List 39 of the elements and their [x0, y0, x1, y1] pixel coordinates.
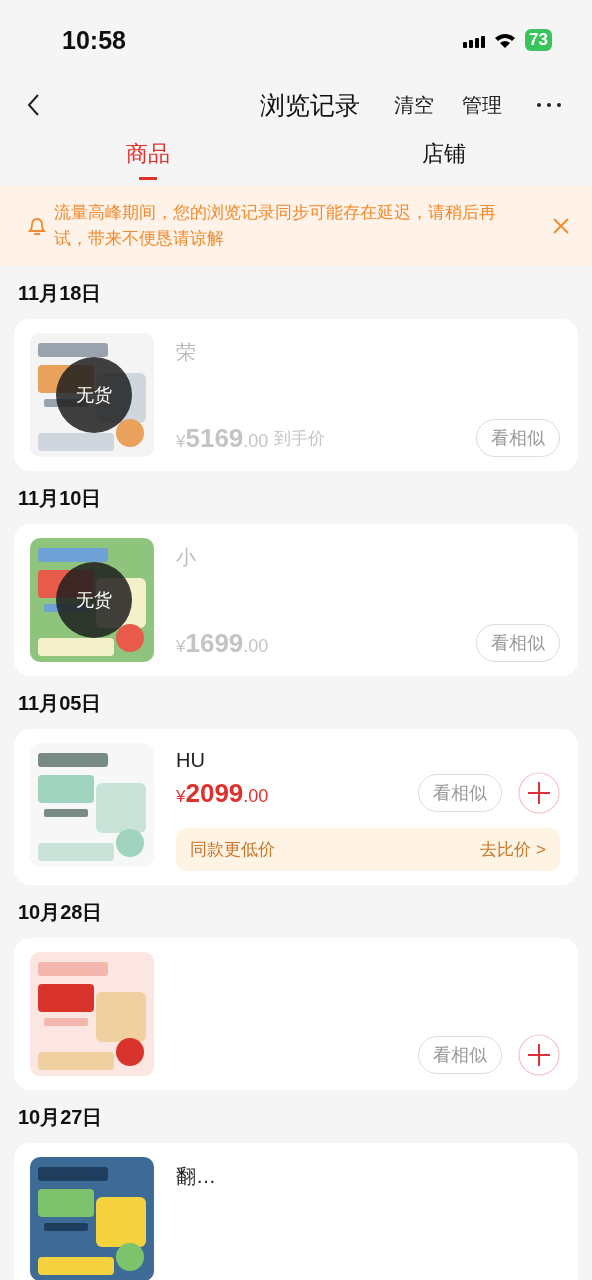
product-card[interactable]: 看相似 [14, 938, 578, 1090]
back-icon[interactable] [26, 93, 40, 117]
date-label: 11月05日 [17, 691, 103, 716]
price-note: 到手价 [274, 427, 326, 450]
tab[interactable]: 商品 [0, 130, 296, 186]
battery-icon: 73 [525, 29, 552, 51]
product-card[interactable]: 翻… [14, 1143, 578, 1280]
product-card[interactable]: HU ¥2099.00 看相似 同款更低价 去比价 > [14, 729, 578, 885]
find-similar-button[interactable]: 看相似 [418, 1036, 502, 1074]
page-title: 浏览记录 [260, 89, 360, 121]
price: ¥2099.00 [176, 777, 269, 809]
date-label: 10月28日 [17, 900, 104, 925]
product-title: HU [176, 749, 206, 772]
tab[interactable]: 店铺 [296, 130, 592, 186]
notice-text: 流量高峰期间，您的浏览记录同步可能存在延迟，请稍后再试，带来不便恳请谅解 [54, 202, 497, 250]
add-to-cart-icon[interactable] [518, 1034, 560, 1076]
product-title: 翻… [176, 1164, 217, 1189]
product-card[interactable]: 无货 小 ¥1699.00 看相似 [14, 524, 578, 676]
product-card[interactable]: 无货 荣 ¥5169.00 到手价 看相似 [14, 319, 578, 471]
more-icon[interactable] [536, 101, 562, 109]
date-label: 11月10日 [17, 486, 103, 511]
find-similar-button[interactable]: 看相似 [476, 419, 560, 457]
find-similar-button[interactable]: 看相似 [476, 624, 560, 662]
wifi-icon [493, 31, 518, 49]
header-action[interactable]: 管理 [462, 91, 502, 119]
compare-label: 同款更低价 [190, 839, 275, 861]
date-label: 10月27日 [17, 1105, 104, 1130]
header-action[interactable]: 清空 [394, 91, 434, 119]
product-title: 荣 [176, 340, 197, 365]
price: ¥1699.00 [176, 627, 269, 659]
add-to-cart-icon[interactable] [518, 772, 560, 814]
price: ¥5169.00 [176, 422, 269, 454]
date-label: 11月18日 [17, 281, 103, 306]
status-time: 10:58 [62, 25, 126, 55]
compare-link[interactable]: 去比价 > [480, 838, 546, 861]
product-title: 小 [176, 545, 197, 570]
find-similar-button[interactable]: 看相似 [418, 774, 502, 812]
compare-bar[interactable]: 同款更低价 去比价 > [176, 828, 560, 871]
bell-icon [26, 216, 48, 236]
